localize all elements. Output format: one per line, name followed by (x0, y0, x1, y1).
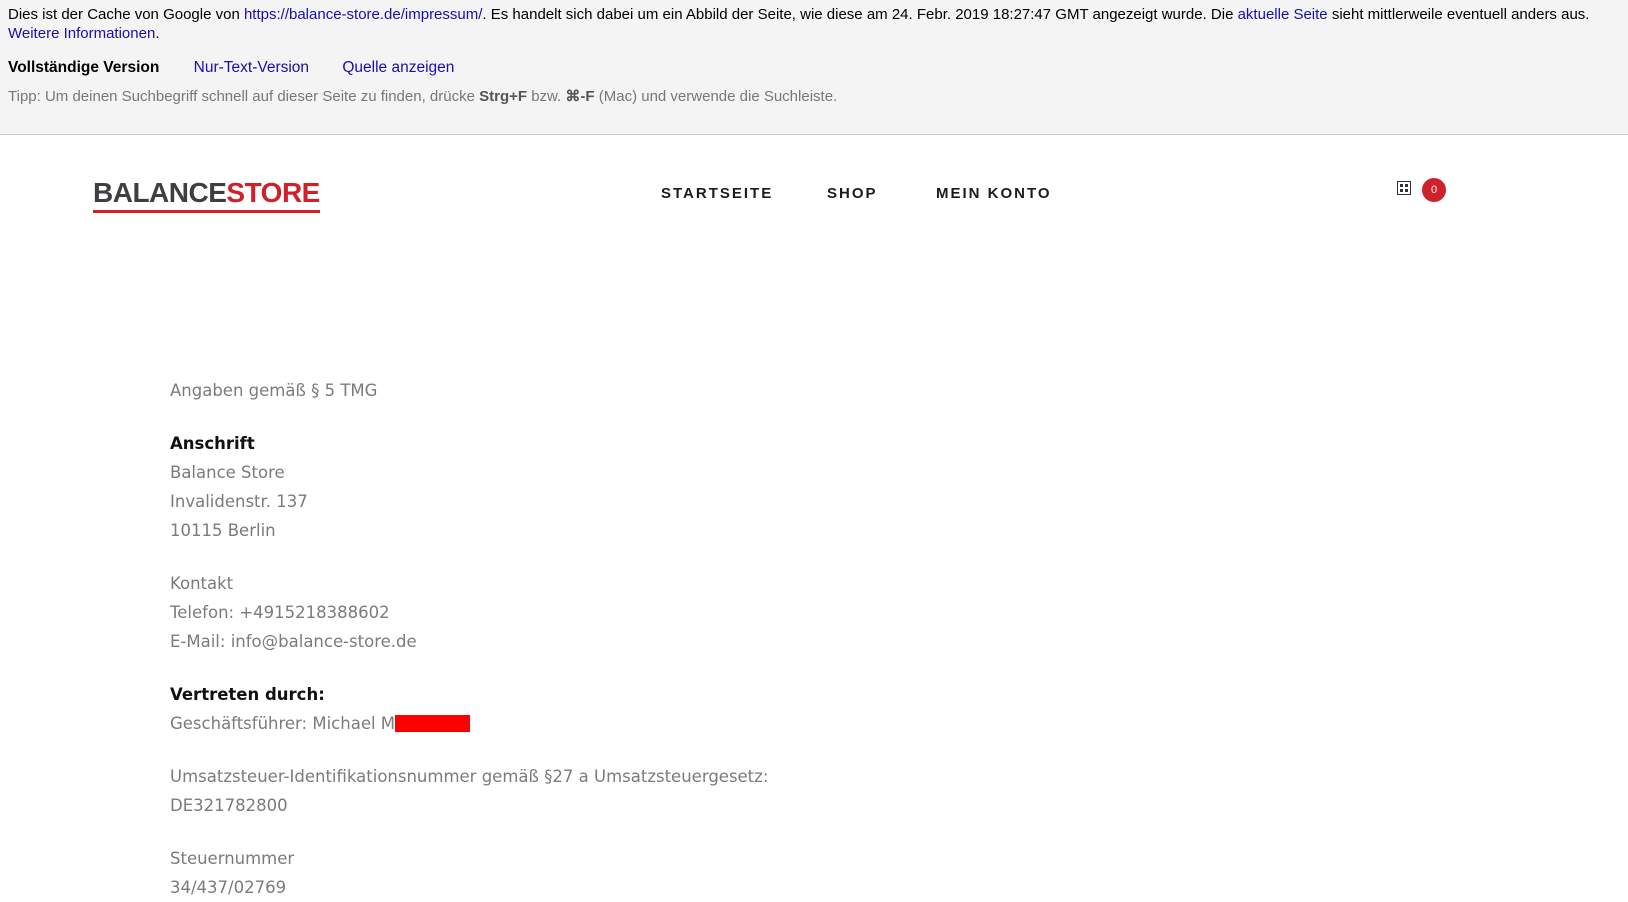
tip-prefix: Tipp: Um deinen Suchbegriff schnell auf … (8, 88, 480, 105)
tip-shortcut-mac: ⌘-F (565, 88, 595, 105)
tip-suffix: (Mac) und verwende die Suchleiste. (594, 88, 838, 105)
nav-item-shop[interactable]: SHOP (827, 185, 878, 202)
managing-director-text: Geschäftsführer: Michael M (170, 714, 396, 733)
full-version-label: Vollständige Version (8, 59, 160, 76)
represented-heading: Vertreten durch: (170, 685, 325, 704)
managing-director-line: Geschäftsführer: Michael M (170, 709, 1070, 738)
vat-id: DE321782800 (170, 796, 288, 815)
address-line: 10115 Berlin (170, 521, 276, 540)
tip-shortcut-win: Strg+F (479, 88, 528, 105)
cache-notice-text-3: sieht mittlerweile eventuell anders aus. (1327, 6, 1590, 23)
logo-underline (93, 210, 320, 213)
cache-notice: Dies ist der Cache von Google von https:… (8, 5, 1620, 43)
search-tip: Tipp: Um deinen Suchbegriff schnell auf … (8, 87, 837, 106)
text-only-version-link[interactable]: Nur-Text-Version (194, 58, 309, 78)
tip-middle: bzw. (527, 88, 566, 105)
cache-notice-text-1: Dies ist der Cache von Google von (8, 6, 244, 23)
contact-heading: Kontakt (170, 574, 234, 593)
address-line: Balance Store (170, 463, 285, 482)
cache-notice-period: . (155, 25, 160, 42)
google-cache-banner: Dies ist der Cache von Google von https:… (0, 0, 1628, 135)
cart-count-badge[interactable]: 0 (1422, 178, 1446, 202)
nav-item-startseite[interactable]: STARTSEITE (661, 185, 773, 202)
current-page-link[interactable]: aktuelle Seite (1238, 6, 1328, 23)
more-info-link[interactable]: Weitere Informationen (8, 25, 155, 42)
nav-item-mein-konto[interactable]: MEIN KONTO (936, 185, 1052, 202)
cached-url-link[interactable]: https://balance-store.de/impressum/ (244, 6, 482, 23)
impressum-content: Angaben gemäß § 5 TMG Anschrift Balance … (170, 376, 1070, 902)
tax-number-label: Steuernummer (170, 849, 295, 868)
vat-label: Umsatzsteuer-Identifikationsnummer gemäß… (170, 767, 769, 786)
view-source-link[interactable]: Quelle anzeigen (342, 58, 454, 78)
cart-icon[interactable] (1396, 180, 1412, 196)
email-line: E-Mail: info@balance-store.de (170, 632, 417, 651)
phone-line: Telefon: +4915218388602 (170, 603, 390, 622)
address-heading: Anschrift (170, 434, 255, 453)
version-switcher: Vollständige Version Nur-Text-Version Qu… (8, 58, 454, 78)
cache-notice-text-2: . Es handelt sich dabei um ein Abbild de… (482, 6, 1238, 23)
redaction-box (395, 715, 471, 732)
address-line: Invalidenstr. 137 (170, 492, 308, 511)
tmg-intro: Angaben gemäß § 5 TMG (170, 381, 378, 400)
main-navigation: STARTSEITE SHOP MEIN KONTO (0, 185, 1628, 207)
